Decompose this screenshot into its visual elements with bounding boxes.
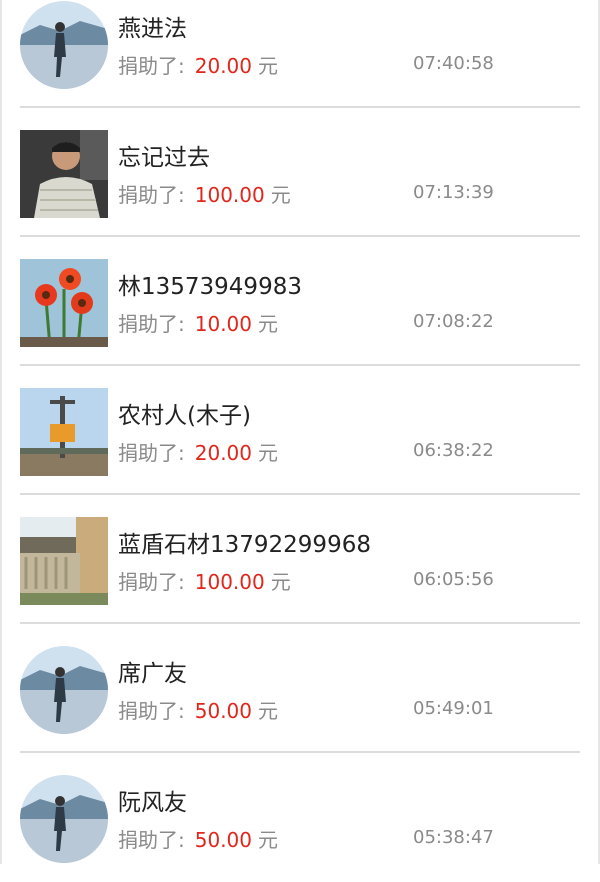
- landscape-avatar-icon: [20, 646, 108, 734]
- donation-time: 06:38:22: [413, 440, 494, 461]
- currency-unit: 元: [258, 312, 279, 336]
- monument-avatar-icon: [20, 388, 108, 476]
- donation-time: 07:13:39: [413, 182, 494, 203]
- donation-time: 05:38:47: [413, 827, 494, 848]
- donation-amount: 20.00: [194, 54, 253, 78]
- donation-amount: 100.00: [194, 570, 265, 594]
- donation-row[interactable]: 燕进法 捐助了: 20.00 元 07:40:58: [0, 0, 600, 108]
- donor-name: 林13573949983: [118, 274, 302, 300]
- donation-amount: 10.00: [194, 312, 253, 336]
- donation-list: 燕进法 捐助了: 20.00 元 07:40:58 忘记过去 捐助了: 100.00 元…: [0, 0, 600, 882]
- donation-info: 捐助了: 50.00 元: [118, 824, 278, 853]
- donation-time: 06:05:56: [413, 569, 494, 590]
- donation-info: 捐助了: 20.00 元: [118, 50, 278, 79]
- donation-row[interactable]: 阮风友 捐助了: 50.00 元 05:38:47: [0, 753, 600, 882]
- donated-label: 捐助了:: [118, 828, 185, 852]
- donated-label: 捐助了:: [118, 699, 185, 723]
- currency-unit: 元: [258, 699, 279, 723]
- donation-row[interactable]: 林13573949983 捐助了: 10.00 元 07:08:22: [0, 237, 600, 366]
- donor-name: 忘记过去: [118, 145, 210, 171]
- donation-amount: 100.00: [194, 183, 265, 207]
- donation-info: 捐助了: 10.00 元: [118, 308, 278, 337]
- currency-unit: 元: [258, 54, 279, 78]
- portrait-avatar-icon: [20, 130, 108, 218]
- donor-name: 蓝盾石材13792299968: [118, 532, 371, 558]
- donation-row[interactable]: 席广友 捐助了: 50.00 元 05:49:01: [0, 624, 600, 753]
- donation-info: 捐助了: 50.00 元: [118, 695, 278, 724]
- donated-label: 捐助了:: [118, 183, 185, 207]
- currency-unit: 元: [270, 183, 291, 207]
- donor-name: 燕进法: [118, 16, 187, 42]
- donation-amount: 50.00: [194, 828, 253, 852]
- currency-unit: 元: [258, 441, 279, 465]
- donation-time: 07:40:58: [413, 53, 494, 74]
- donor-name: 席广友: [118, 661, 187, 687]
- flowers-avatar-icon: [20, 259, 108, 347]
- donor-name: 阮风友: [118, 790, 187, 816]
- donation-info: 捐助了: 100.00 元: [118, 566, 291, 595]
- donation-time: 05:49:01: [413, 698, 494, 719]
- donated-label: 捐助了:: [118, 441, 185, 465]
- landscape-avatar-icon: [20, 775, 108, 863]
- donated-label: 捐助了:: [118, 570, 185, 594]
- donor-name: 农村人(木子): [118, 403, 251, 429]
- donation-info: 捐助了: 20.00 元: [118, 437, 278, 466]
- donation-row[interactable]: 农村人(木子) 捐助了: 20.00 元 06:38:22: [0, 366, 600, 495]
- currency-unit: 元: [258, 828, 279, 852]
- donation-amount: 20.00: [194, 441, 253, 465]
- donation-info: 捐助了: 100.00 元: [118, 179, 291, 208]
- currency-unit: 元: [270, 570, 291, 594]
- stone-railing-avatar-icon: [20, 517, 108, 605]
- donation-amount: 50.00: [194, 699, 253, 723]
- donation-time: 07:08:22: [413, 311, 494, 332]
- donated-label: 捐助了:: [118, 54, 185, 78]
- landscape-avatar-icon: [20, 1, 108, 89]
- donated-label: 捐助了:: [118, 312, 185, 336]
- donation-row[interactable]: 蓝盾石材13792299968 捐助了: 100.00 元 06:05:56: [0, 495, 600, 624]
- donation-row[interactable]: 忘记过去 捐助了: 100.00 元 07:13:39: [0, 108, 600, 237]
